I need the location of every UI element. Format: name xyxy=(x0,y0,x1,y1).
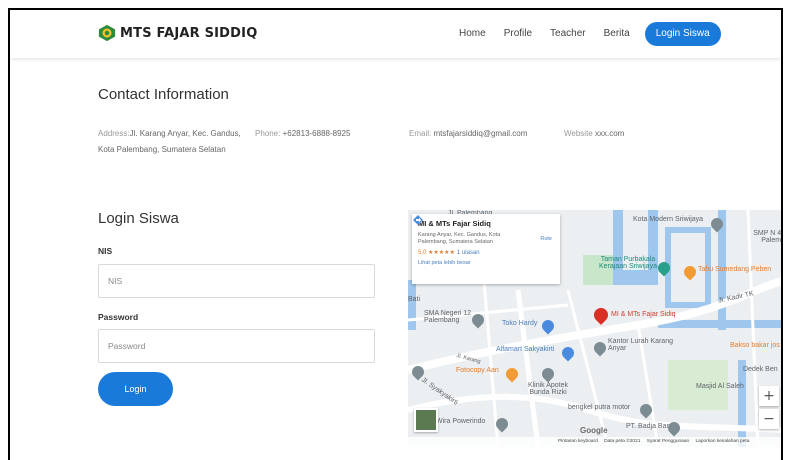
password-input[interactable] xyxy=(98,329,375,363)
phone-label: Phone: xyxy=(255,129,281,138)
navbar: MTS FAJAR SIDDIQ Home Profile Teacher Be… xyxy=(10,10,781,58)
map-label-bakso: Bakso bakar jos xyxy=(730,342,780,349)
attrib-map-data: Data peta ©2021 xyxy=(604,439,641,444)
contact-email: Email: mtsfajarsiddiq@gmail.com xyxy=(409,126,527,142)
main-nav: Home Profile Teacher Berita Login Siswa xyxy=(450,22,721,46)
nis-label: NIS xyxy=(98,246,113,256)
phone-value: +62813-6888-8925 xyxy=(282,129,351,138)
map-label-tahu: Tahu Sumedang Peben xyxy=(698,266,772,273)
map-label-fotocopy: Fotocopy Aan xyxy=(456,367,499,374)
map-label-powerindo: Wira Powerindo xyxy=(436,418,486,425)
zoom-in-button[interactable]: + xyxy=(759,386,779,406)
map-label-masjid: Masjid Al Saleh xyxy=(696,383,744,390)
website-value[interactable]: xxx.com xyxy=(595,129,624,138)
login-button[interactable]: Login xyxy=(98,372,173,406)
contact-website: Website xxx.com xyxy=(564,126,624,142)
info-card-rating: 5,0 ★★★★★ 1 ulasan xyxy=(418,249,554,256)
map-label-kota-modern: Kota Modern Sriwijaya xyxy=(633,216,704,223)
login-title: Login Siswa xyxy=(98,210,179,227)
attrib-terms[interactable]: Syarat Penggunaan xyxy=(647,439,689,444)
map-info-card: MI & MTs Fajar Sidiq Karang Anyar, Kec. … xyxy=(412,214,560,284)
map-label-taman: Taman Purbakala Kerajaan Sriwijaya xyxy=(599,256,657,270)
attrib-report-error[interactable]: Laporkan kesalahan peta xyxy=(696,439,750,444)
website-label: Website xyxy=(564,129,593,138)
map-label-left: Bati xyxy=(408,296,421,303)
nis-input[interactable] xyxy=(98,264,375,298)
directions-icon[interactable] xyxy=(412,214,424,226)
map-label-badja: PT. Badja Baru xyxy=(626,423,673,430)
map-label-bengkel: bengkel putra motor xyxy=(568,404,631,411)
zoom-out-button[interactable]: − xyxy=(759,409,779,429)
password-label: Password xyxy=(98,312,139,322)
map-label-school: MI & MTs Fajar Sidiq xyxy=(611,311,676,318)
info-card-title: MI & MTs Fajar Sidiq xyxy=(418,219,491,228)
school-logo-icon xyxy=(98,24,116,42)
reviews-link[interactable]: 1 ulasan xyxy=(457,250,480,256)
email-label: Email: xyxy=(409,129,432,138)
map-attribution: Pintasan keyboard Data peta ©2021 Syarat… xyxy=(408,437,781,447)
contact-title: Contact Information xyxy=(98,86,229,103)
rating-stars: 5,0 ★★★★★ xyxy=(418,250,455,256)
brand-name: MTS FAJAR SIDDIQ xyxy=(120,25,258,41)
nav-teacher[interactable]: Teacher xyxy=(541,22,595,46)
google-logo: Google xyxy=(580,426,608,435)
nav-home[interactable]: Home xyxy=(450,22,495,46)
embedded-map[interactable]: Jl. Palembang Kota Modern Sriwijaya SMP … xyxy=(408,210,783,447)
contact-phone: Phone: +62813-6888-8925 xyxy=(255,126,350,142)
route-label[interactable]: Rute xyxy=(540,236,552,242)
map-label-dedek: Dedek Ben xyxy=(743,366,778,373)
contact-address: Address:Jl. Karang Anyar, Kec. Gandus, K… xyxy=(98,126,248,158)
map-label-toko-hardy: Toko Hardy xyxy=(502,320,538,327)
attrib-keyboard-shortcuts[interactable]: Pintasan keyboard xyxy=(558,439,598,444)
larger-map-link[interactable]: Lihat peta lebih besar xyxy=(418,260,554,266)
email-value[interactable]: mtsfajarsiddiq@gmail.com xyxy=(433,129,527,138)
nav-berita[interactable]: Berita xyxy=(595,22,639,46)
satellite-toggle-thumbnail[interactable] xyxy=(414,408,438,432)
address-label: Address: xyxy=(98,129,130,138)
info-card-address: Karang Anyar, Kec. Gandus, Kota Palemban… xyxy=(418,232,501,245)
map-label-alfamart: Alfamart Sakyakirti xyxy=(496,346,555,353)
brand[interactable]: MTS FAJAR SIDDIQ xyxy=(98,24,257,42)
nav-profile[interactable]: Profile xyxy=(495,22,541,46)
page-frame: MTS FAJAR SIDDIQ Home Profile Teacher Be… xyxy=(8,8,783,460)
map-label-smp: SMP N 47 Palemb xyxy=(753,230,783,244)
map-label-kantor-lurah: Kantor Lurah Karang Anyar xyxy=(608,338,673,352)
map-label-klinik: Klinik Apotek Bunda Rizki xyxy=(527,382,569,396)
nav-login-siswa[interactable]: Login Siswa xyxy=(644,22,721,46)
